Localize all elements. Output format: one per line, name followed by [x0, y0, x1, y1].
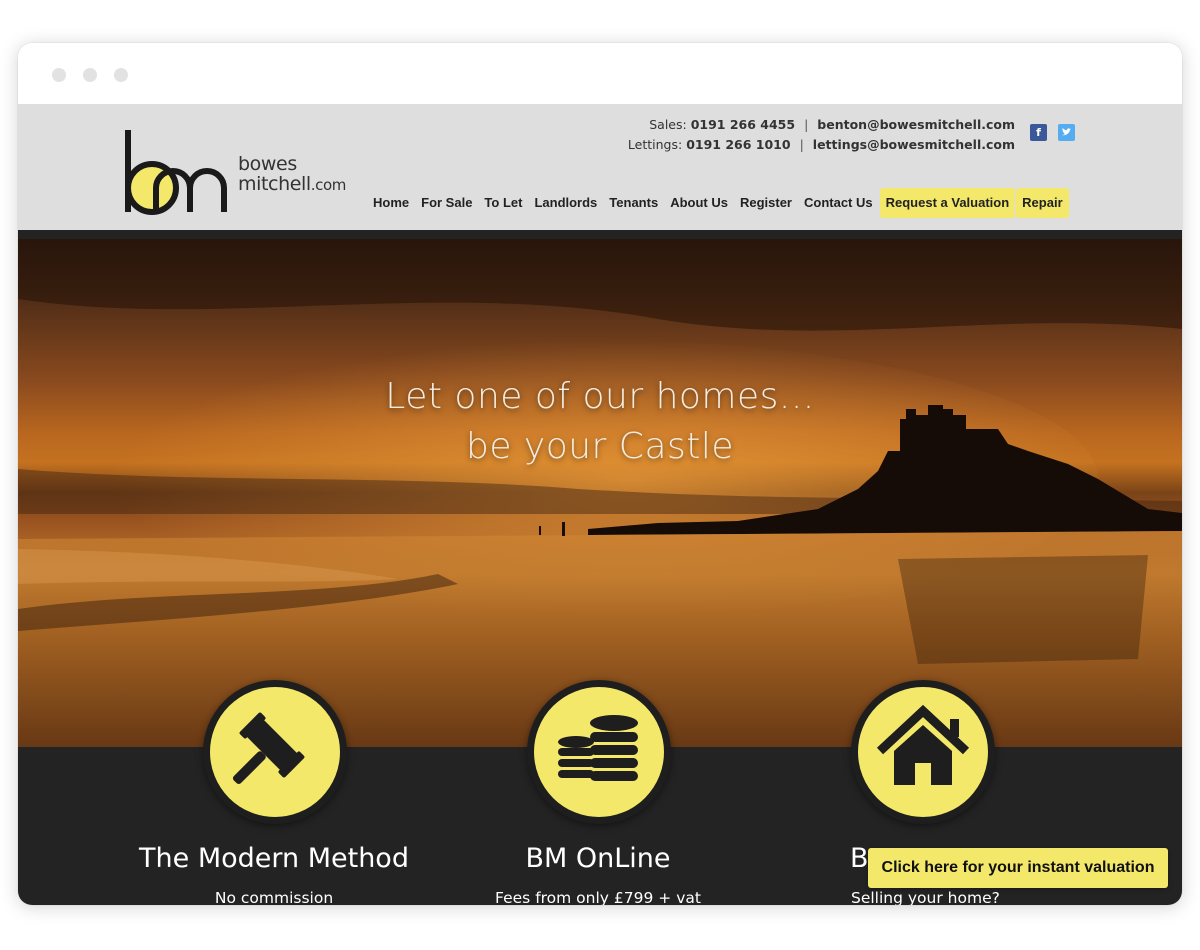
hero-headline: Let one of our homes... be your Castle — [18, 372, 1182, 472]
sales-contact: Sales: 0191 266 4455 | benton@bowesmitchel… — [628, 115, 1015, 135]
coins-icon — [558, 715, 638, 781]
hero-banner: Let one of our homes... be your Castle — [18, 239, 1182, 747]
main-nav: Home For Sale To Let Landlords Tenants A… — [367, 188, 1069, 218]
nav-request-valuation[interactable]: Request a Valuation — [879, 188, 1016, 218]
feature-modern-method-title[interactable]: The Modern Method — [124, 843, 424, 874]
site-header: bowes mitchell.com Sales: 0191 266 4455 |… — [18, 104, 1182, 230]
window-minimize-dot[interactable] — [83, 68, 97, 82]
nav-home[interactable]: Home — [367, 188, 415, 218]
hero-line-2: be your Castle — [465, 426, 735, 467]
lettings-phone[interactable]: 0191 266 1010 — [686, 137, 790, 152]
nav-repair[interactable]: Repair — [1016, 188, 1069, 218]
facebook-icon[interactable]: f — [1030, 124, 1047, 141]
hero-line-1: Let one of our homes... — [385, 376, 815, 417]
bm-logo-mark — [125, 130, 227, 215]
nav-register[interactable]: Register — [734, 188, 798, 218]
bowes-mitchell-logo[interactable]: bowes mitchell.com — [122, 130, 362, 216]
sunset-castle-image — [18, 239, 1182, 747]
sales-email[interactable]: benton@bowesmitchell.com — [817, 117, 1015, 132]
twitter-bird-icon — [1062, 128, 1071, 136]
sales-label: Sales: — [649, 117, 687, 132]
instant-valuation-button[interactable]: Click here for your instant valuation — [868, 848, 1168, 888]
logo-line-mitchell: mitchell — [238, 173, 311, 195]
feature-modern-method-badge[interactable] — [203, 680, 347, 824]
nav-contact-us[interactable]: Contact Us — [798, 188, 879, 218]
twitter-icon[interactable] — [1058, 124, 1075, 141]
feature-bm-online-title[interactable]: BM OnLine — [448, 843, 748, 874]
sales-phone[interactable]: 0191 266 4455 — [691, 117, 795, 132]
header-divider — [18, 230, 1182, 239]
window-close-dot[interactable] — [52, 68, 66, 82]
browser-chrome — [18, 43, 1182, 104]
logo-wordmark: bowes mitchell.com — [238, 154, 346, 195]
nav-for-sale[interactable]: For Sale — [415, 188, 478, 218]
nav-to-let[interactable]: To Let — [478, 188, 528, 218]
lettings-contact: Lettings: 0191 266 1010 | lettings@bowesmi… — [628, 135, 1015, 155]
feature-bm-online-subtitle: Fees from only £799 + vat — [495, 889, 701, 905]
feature-selling-badge[interactable] — [851, 680, 995, 824]
lettings-email[interactable]: lettings@bowesmitchell.com — [813, 137, 1015, 152]
nav-about-us[interactable]: About Us — [664, 188, 734, 218]
logo-line-com: .com — [310, 176, 347, 194]
nav-tenants[interactable]: Tenants — [603, 188, 664, 218]
lettings-label: Lettings: — [627, 137, 683, 152]
window-maximize-dot[interactable] — [114, 68, 128, 82]
contact-separator: | — [799, 137, 804, 152]
browser-window: bowes mitchell.com Sales: 0191 266 4455 |… — [18, 43, 1182, 905]
feature-selling-title[interactable]: B — [850, 843, 869, 874]
nav-landlords[interactable]: Landlords — [528, 188, 603, 218]
gavel-icon — [232, 712, 305, 785]
contact-separator: | — [804, 117, 809, 132]
logo-line-bowes: bowes — [238, 153, 297, 175]
feature-modern-method-subtitle: No commission — [214, 889, 334, 905]
feature-bm-online-badge[interactable] — [527, 680, 671, 824]
house-icon — [876, 704, 970, 785]
contact-block: Sales: 0191 266 4455 | benton@bowesmitchel… — [628, 115, 1015, 155]
feature-selling-subtitle: Selling your home? — [851, 889, 1000, 905]
